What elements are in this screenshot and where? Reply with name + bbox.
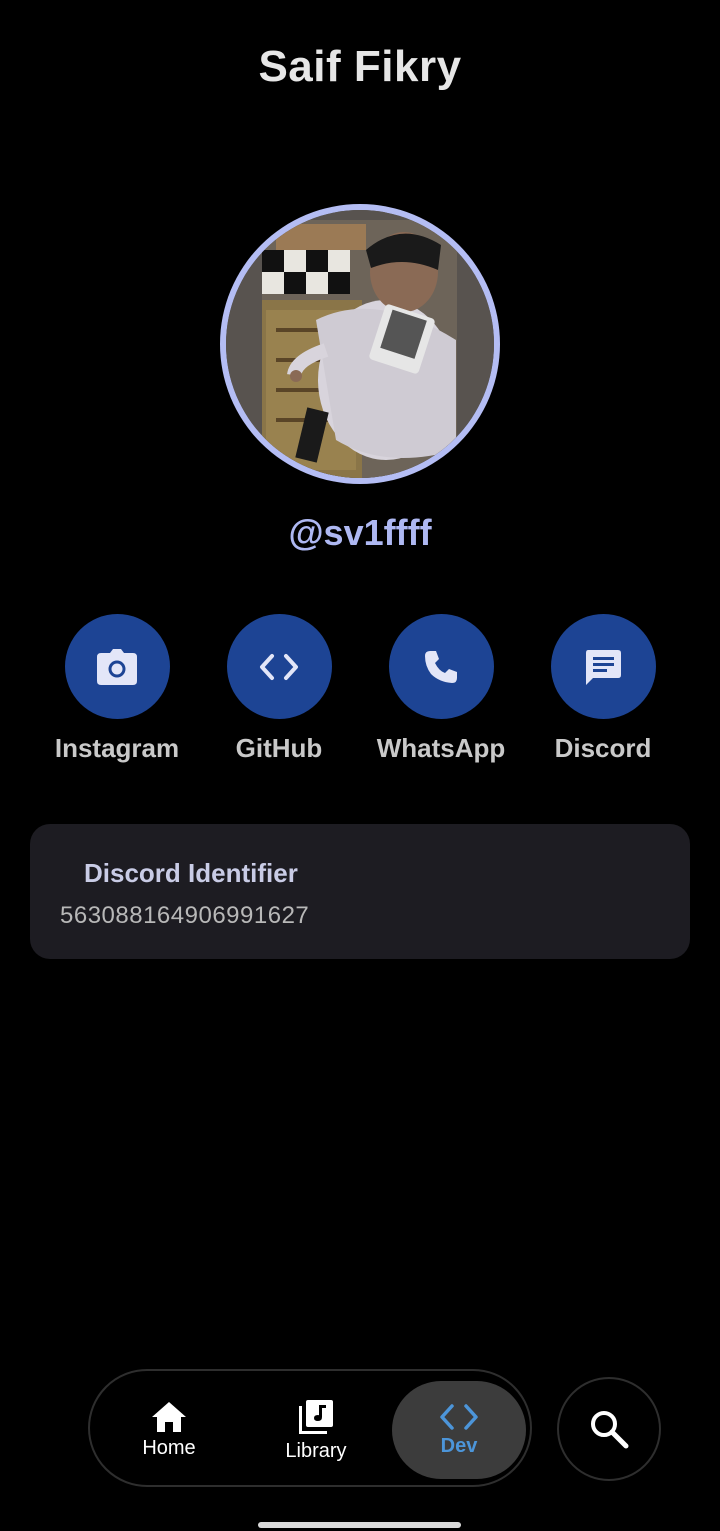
library-icon [299, 1399, 333, 1434]
chat-icon [586, 649, 621, 685]
whatsapp-circle[interactable] [388, 614, 494, 719]
discord-circle[interactable] [550, 614, 656, 719]
code-icon [440, 1403, 478, 1430]
social-links: Instagram GitHub WhatsApp Discord [0, 614, 720, 774]
profile-page: Saif Fikry @sv1ffff Instagram GitHub Wha… [0, 0, 720, 1531]
github-circle[interactable] [226, 614, 332, 719]
whatsapp-button[interactable]: WhatsApp [356, 614, 526, 774]
discord-identifier-card[interactable]: Discord Identifier 563088164906991627 [30, 824, 690, 959]
discord-identifier-value: 563088164906991627 [60, 902, 310, 929]
page-title: Saif Fikry [258, 42, 462, 91]
nav-item-library[interactable]: Library [249, 1381, 383, 1479]
phone-icon [425, 650, 457, 683]
nav-label-dev: Dev [440, 1434, 478, 1457]
avatar-photo [226, 210, 494, 478]
instagram-circle[interactable] [64, 614, 170, 719]
profile-handle: @sv1ffff [288, 512, 432, 553]
instagram-label: Instagram [54, 733, 180, 763]
discord-label: Discord [554, 733, 652, 763]
discord-identifier-title: Discord Identifier [84, 858, 298, 888]
instagram-button[interactable]: Instagram [32, 614, 202, 774]
code-icon [260, 653, 298, 680]
nav-label-home: Home [142, 1436, 196, 1459]
search-button[interactable] [557, 1377, 661, 1481]
search-icon [591, 1411, 629, 1449]
camera-icon [97, 648, 137, 685]
discord-button[interactable]: Discord [518, 614, 688, 774]
github-button[interactable]: GitHub [194, 614, 364, 774]
github-label: GitHub [235, 733, 323, 763]
nav-label-library: Library [285, 1439, 347, 1462]
bottom-navigation: Home Library Dev [88, 1369, 532, 1487]
avatar [220, 204, 500, 484]
nav-item-home[interactable]: Home [102, 1381, 236, 1479]
whatsapp-label: WhatsApp [376, 733, 506, 763]
nav-item-dev[interactable]: Dev [392, 1381, 526, 1479]
system-home-indicator[interactable] [258, 1522, 461, 1528]
home-icon [152, 1401, 186, 1432]
